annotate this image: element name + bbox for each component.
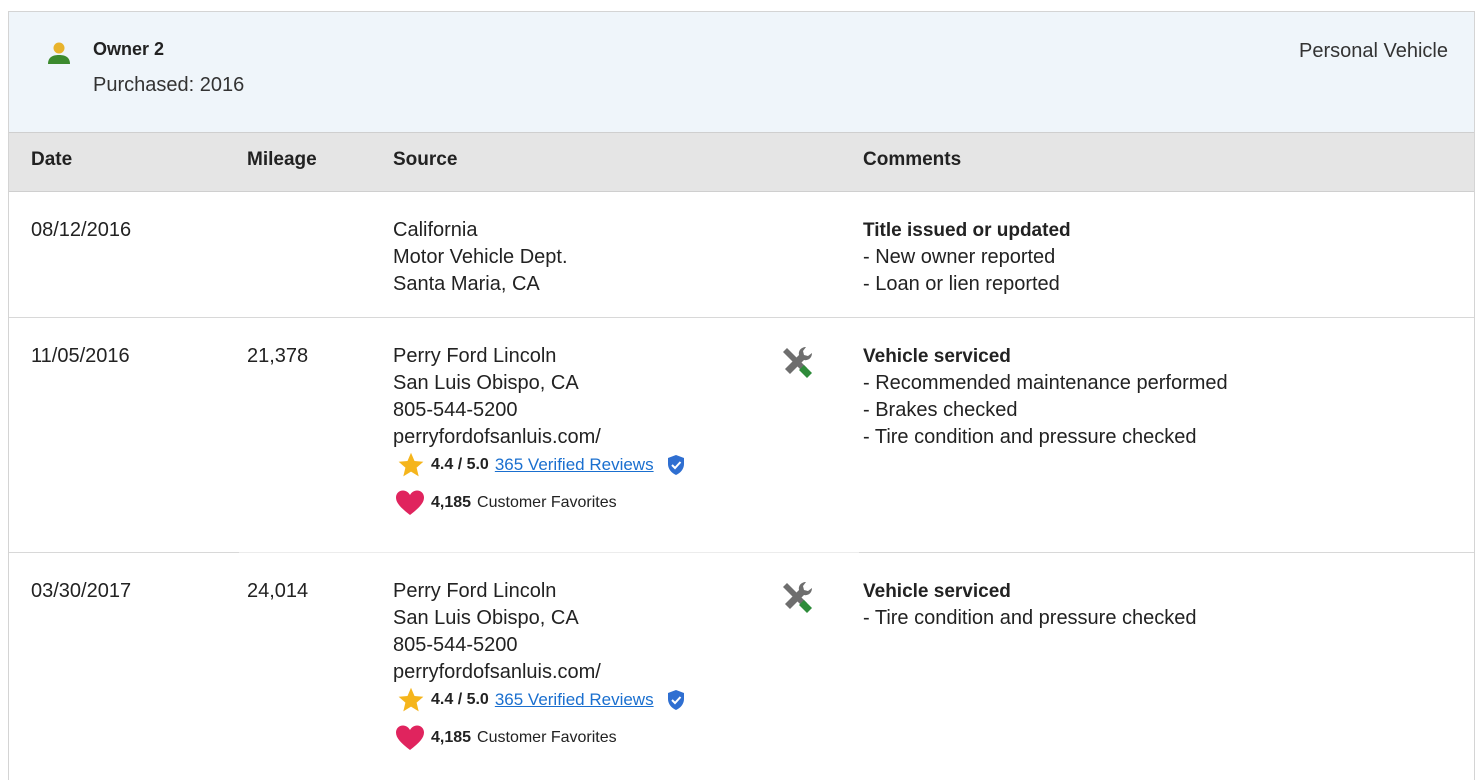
comment-item: - Recommended maintenance performed [863,372,1228,394]
favorites-count: 4,185 [431,494,472,511]
header-date: Date [31,149,73,170]
table-row: 08/12/2016 California Motor Vehicle Dept… [9,192,1474,318]
heart-icon [396,490,424,515]
favorites-count: 4,185 [431,729,472,746]
source-line: Perry Ford Lincoln [393,580,557,602]
owner-header: Owner 2 Purchased: 2016 Personal Vehicle [9,12,1474,133]
source-line: 805-544-5200 [393,399,518,421]
dealer-rating: 4.4 / 5.0 365 Verified Reviews [397,451,686,479]
verified-reviews-link[interactable]: 365 Verified Reviews [495,690,654,710]
source-line: San Luis Obispo, CA [393,372,579,394]
source-line: San Luis Obispo, CA [393,607,579,629]
row-date: 03/30/2017 [31,580,132,602]
source-line: perryfordofsanluis.com/ [393,661,601,683]
source-line: Perry Ford Lincoln [393,345,557,367]
owner-name: Owner 2 [93,39,165,59]
comment-title: Vehicle serviced [863,346,1011,367]
customer-favorites: 4,185 Customer Favorites [395,724,617,752]
table-row: 11/05/2016 21,378 Perry Ford Lincoln San… [9,318,1474,553]
row-date: 11/05/2016 [31,345,130,367]
heart-icon [396,725,424,750]
source-line: perryfordofsanluis.com/ [393,426,601,448]
comment-title: Title issued or updated [863,220,1071,241]
row-mileage: 24,014 [247,580,309,602]
rating-score: 4.4 / 5.0 [431,691,489,708]
star-icon [398,452,424,477]
star-icon [398,687,424,712]
header-comments: Comments [863,149,962,170]
person-icon [48,42,70,64]
dealer-rating: 4.4 / 5.0 365 Verified Reviews [397,686,686,714]
row-mileage: 21,378 [247,345,309,367]
service-tools-icon [783,582,812,613]
row-comments: Vehicle serviced - Recommended maintenan… [863,343,1228,451]
comment-item: - Tire condition and pressure checked [863,607,1197,629]
comment-item: - New owner reported [863,246,1056,268]
row-comments: Vehicle serviced - Tire condition and pr… [863,578,1197,632]
row-comments: Title issued or updated - New owner repo… [863,217,1071,298]
favorites-label: Customer Favorites [477,494,617,511]
owner-purchased: Purchased: 2016 [93,74,245,96]
row-source: Perry Ford Lincoln San Luis Obispo, CA 8… [393,578,601,686]
verified-shield-icon [667,455,684,475]
service-tools-icon [783,347,812,378]
header-mileage: Mileage [247,149,317,170]
verified-shield-icon [667,690,684,710]
rating-score: 4.4 / 5.0 [431,456,489,473]
header-source: Source [393,149,458,170]
comment-item: - Loan or lien reported [863,273,1060,295]
source-line: Santa Maria, CA [393,273,540,295]
owner-history-card: Owner 2 Purchased: 2016 Personal Vehicle… [8,11,1475,780]
source-line: California [393,219,478,241]
vehicle-type: Personal Vehicle [1299,40,1448,62]
favorites-label: Customer Favorites [477,729,617,746]
customer-favorites: 4,185 Customer Favorites [395,489,617,517]
source-line: 805-544-5200 [393,634,518,656]
table-row: 03/30/2017 24,014 Perry Ford Lincoln San… [9,553,1474,780]
source-line: Motor Vehicle Dept. [393,246,568,268]
verified-reviews-link[interactable]: 365 Verified Reviews [495,455,654,475]
row-source: Perry Ford Lincoln San Luis Obispo, CA 8… [393,343,601,451]
comment-item: - Tire condition and pressure checked [863,426,1197,448]
comment-item: - Brakes checked [863,399,1018,421]
table-header: Date Mileage Source Comments [9,133,1474,192]
row-date: 08/12/2016 [31,219,132,241]
comment-title: Vehicle serviced [863,581,1011,602]
row-source: California Motor Vehicle Dept. Santa Mar… [393,217,568,298]
